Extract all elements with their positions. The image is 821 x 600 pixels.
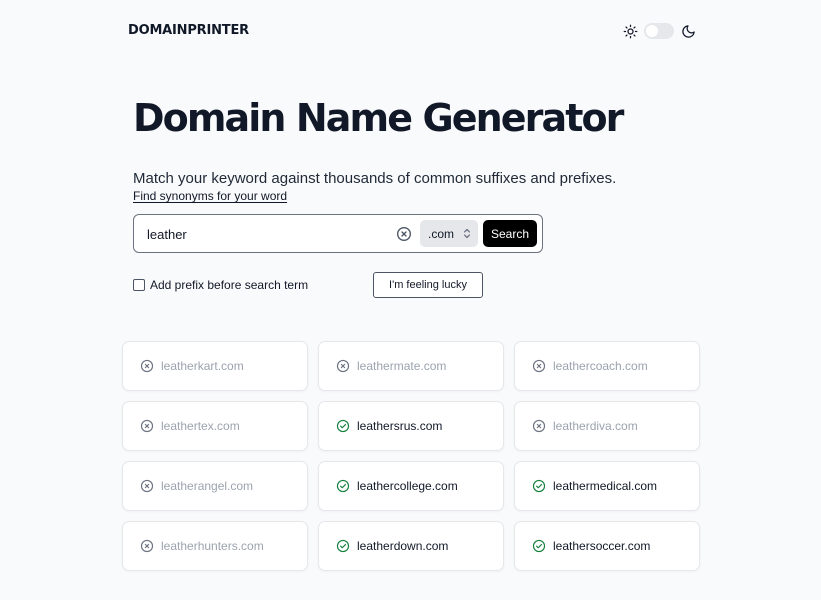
search-bar: .com Search [133, 214, 543, 253]
domain-name: leatherdown.com [357, 539, 449, 553]
check-circle-icon [532, 539, 546, 553]
page-subtitle: Match your keyword against thousands of … [133, 170, 617, 187]
tld-selected-value: .com [428, 226, 455, 241]
domain-result-card[interactable]: leathermedical.com [514, 461, 700, 511]
dark-mode-toggle[interactable] [644, 23, 674, 39]
x-circle-icon [140, 539, 154, 553]
check-circle-icon [532, 479, 546, 493]
domain-result-card[interactable]: leathercollege.com [318, 461, 504, 511]
x-circle-icon [336, 359, 350, 373]
domain-result-card[interactable]: leathermate.com [318, 341, 504, 391]
check-circle-icon [336, 479, 350, 493]
domain-name: leatherhunters.com [161, 539, 264, 553]
header: DOMAINPRINTER [128, 21, 696, 41]
domain-result-card[interactable]: leatherkart.com [122, 341, 308, 391]
page-title: Domain Name Generator [133, 96, 624, 140]
domain-name: leathercollege.com [357, 479, 458, 493]
x-circle-icon[interactable] [396, 226, 412, 242]
domain-result-card[interactable]: leatherhunters.com [122, 521, 308, 571]
domain-name: leathercoach.com [553, 359, 648, 373]
find-synonyms-link[interactable]: Find synonyms for your word [133, 189, 287, 203]
x-circle-icon [532, 359, 546, 373]
domain-name: leatherangel.com [161, 479, 254, 493]
prefix-option[interactable]: Add prefix before search term [133, 278, 308, 292]
chevron-up-down-icon [463, 228, 471, 239]
domain-result-card[interactable]: leathercoach.com [514, 341, 700, 391]
check-circle-icon [336, 419, 350, 433]
check-circle-icon [336, 539, 350, 553]
search-button[interactable]: Search [483, 220, 537, 247]
results-grid: leatherkart.com leathermate.com leathercoa… [122, 341, 702, 571]
feeling-lucky-button[interactable]: I'm feeling lucky [373, 272, 483, 298]
x-circle-icon [140, 419, 154, 433]
domain-result-card[interactable]: leathersoccer.com [514, 521, 700, 571]
x-circle-icon [140, 479, 154, 493]
domain-result-card[interactable]: leathersrus.com [318, 401, 504, 451]
moon-icon [682, 24, 695, 38]
domain-result-card[interactable]: leathertex.com [122, 401, 308, 451]
domain-result-card[interactable]: leatherdiva.com [514, 401, 700, 451]
sun-icon [623, 24, 638, 38]
x-circle-icon [532, 419, 546, 433]
domain-name: leathermedical.com [553, 479, 658, 493]
domain-name: leathermate.com [357, 359, 447, 373]
domain-result-card[interactable]: leatherdown.com [318, 521, 504, 571]
tld-select[interactable]: .com [420, 220, 478, 247]
x-circle-icon [140, 359, 154, 373]
prefix-checkbox[interactable] [133, 279, 145, 291]
domain-name: leatherkart.com [161, 359, 244, 373]
logo[interactable]: DOMAINPRINTER [128, 23, 249, 38]
domain-result-card[interactable]: leatherangel.com [122, 461, 308, 511]
domain-name: leathersrus.com [357, 419, 443, 433]
domain-name: leatherdiva.com [553, 419, 638, 433]
search-input[interactable] [147, 224, 387, 244]
domain-name: leathertex.com [161, 419, 240, 433]
domain-name: leathersoccer.com [553, 539, 651, 553]
prefix-checkbox-label: Add prefix before search term [150, 278, 309, 292]
theme-switcher [623, 21, 696, 41]
